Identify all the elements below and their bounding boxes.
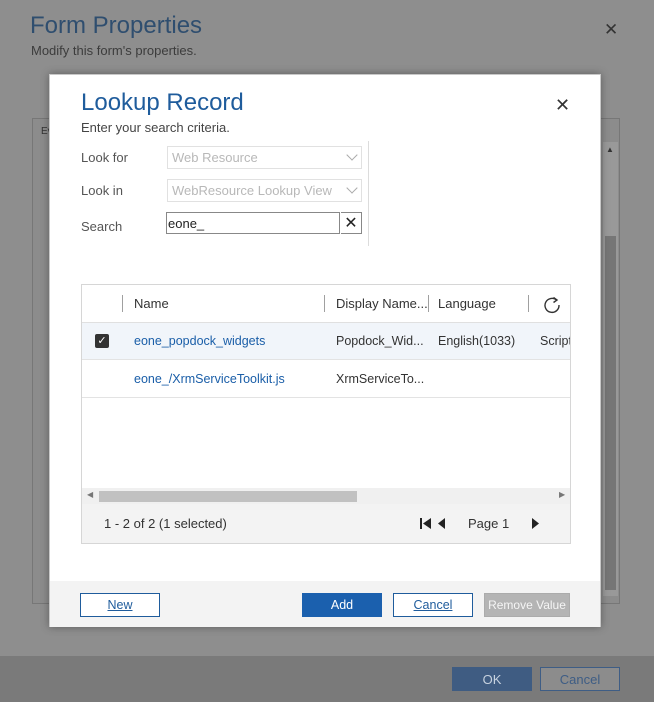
form-properties-title: Form Properties <box>30 12 203 39</box>
grid-horizontal-scrollbar[interactable]: ◀ ▶ <box>82 488 570 504</box>
prev-page-icon[interactable] <box>437 517 446 533</box>
scroll-right-arrow-icon[interactable]: ▶ <box>559 490 565 499</box>
page-label: Page 1 <box>468 516 510 531</box>
look-for-label: Look for <box>81 150 128 165</box>
column-header-display-name[interactable]: Display Name... <box>336 296 428 311</box>
table-row[interactable]: eone_/XrmServiceToolkit.js XrmServiceTo.… <box>82 361 570 398</box>
column-separator[interactable] <box>428 295 429 312</box>
add-button[interactable]: Add <box>302 593 382 617</box>
clear-icon[interactable]: ✕ <box>341 212 362 234</box>
chevron-down-icon <box>346 149 358 161</box>
lookup-footer: New Add Cancel Remove Value <box>50 581 600 627</box>
grid-scroll-thumb[interactable] <box>99 491 357 502</box>
criteria-divider <box>368 141 369 246</box>
look-for-select[interactable]: Web Resource <box>167 146 362 169</box>
form-properties-subtitle: Modify this form's properties. <box>31 43 197 58</box>
form-properties-ok-button[interactable]: OK <box>452 667 532 691</box>
scroll-up-arrow-icon[interactable]: ▲ <box>606 145 614 154</box>
look-in-label: Look in <box>81 183 123 198</box>
look-in-value: WebResource Lookup View <box>172 183 332 198</box>
table-row[interactable]: ✓ eone_popdock_widgets Popdock_Wid... En… <box>82 323 571 360</box>
look-in-select[interactable]: WebResource Lookup View <box>167 179 362 202</box>
row-name-link[interactable]: eone_/XrmServiceToolkit.js <box>134 372 285 386</box>
grid-header: Name Display Name... Language <box>82 285 570 323</box>
chevron-down-icon <box>346 182 358 194</box>
column-separator[interactable] <box>122 295 123 312</box>
new-button[interactable]: New <box>80 593 160 617</box>
lookup-title: Lookup Record <box>81 89 244 116</box>
search-input[interactable]: eone_ <box>166 212 340 234</box>
lookup-record-dialog: Lookup Record Enter your search criteria… <box>49 74 601 627</box>
next-page-icon[interactable] <box>531 517 540 533</box>
scroll-left-arrow-icon[interactable]: ◀ <box>87 490 93 499</box>
form-properties-scroll-thumb[interactable] <box>605 236 616 590</box>
column-separator[interactable] <box>528 295 529 312</box>
results-grid: Name Display Name... Language ✓ eone_pop… <box>81 284 571 544</box>
lookup-subtitle: Enter your search criteria. <box>81 120 230 135</box>
close-icon[interactable]: ✕ <box>555 95 570 116</box>
row-display-name: Popdock_Wid... <box>336 334 424 348</box>
grid-footer: 1 - 2 of 2 (1 selected) Page 1 <box>82 504 570 543</box>
column-separator[interactable] <box>324 295 325 312</box>
form-properties-close-icon[interactable]: ✕ <box>604 20 618 40</box>
column-header-language[interactable]: Language <box>438 296 496 311</box>
row-display-name: XrmServiceTo... <box>336 372 425 386</box>
search-label: Search <box>81 219 123 234</box>
record-count-status: 1 - 2 of 2 (1 selected) <box>104 516 227 531</box>
first-page-icon[interactable] <box>420 517 432 533</box>
checkbox-checked-icon[interactable]: ✓ <box>95 334 109 348</box>
row-name-link[interactable]: eone_popdock_widgets <box>134 334 265 348</box>
row-type: Script <box>540 334 571 348</box>
row-language: English(1033) <box>438 334 516 348</box>
cancel-button[interactable]: Cancel <box>393 593 473 617</box>
remove-value-button[interactable]: Remove Value <box>484 593 570 617</box>
look-for-value: Web Resource <box>172 150 258 165</box>
refresh-icon[interactable] <box>541 294 563 316</box>
form-properties-cancel-button[interactable]: Cancel <box>540 667 620 691</box>
column-header-name[interactable]: Name <box>134 296 169 311</box>
